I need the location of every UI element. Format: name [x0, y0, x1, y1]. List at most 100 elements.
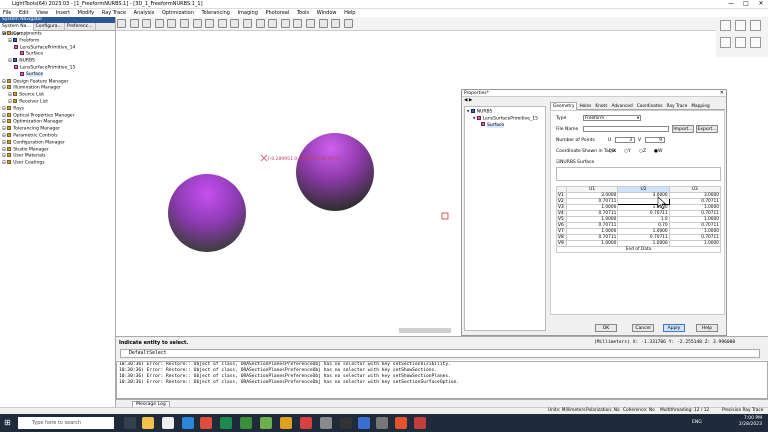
tool-view-x-icon[interactable]: [179, 19, 189, 28]
source-tool-icon[interactable]: [735, 37, 746, 48]
menu-insert[interactable]: Insert: [53, 9, 73, 17]
tab-system-navigator[interactable]: System Na...: [0, 23, 34, 31]
export-button[interactable]: Export...: [696, 125, 718, 133]
tab-geometry[interactable]: Geometry: [550, 102, 578, 110]
ok-button[interactable]: OK: [595, 324, 617, 332]
tool-fit-icon[interactable]: [167, 19, 177, 28]
cancel-button[interactable]: Cancel: [632, 324, 654, 332]
horizontal-scrollbar[interactable]: [399, 328, 451, 333]
close-button[interactable]: ✕: [754, 0, 768, 7]
menu-modify[interactable]: Modify: [75, 9, 98, 17]
tab-coordinates[interactable]: Coordinates: [635, 103, 665, 110]
file-name-input[interactable]: [583, 126, 669, 132]
menu-optimization[interactable]: Optimization: [159, 9, 197, 17]
tool-sphere-icon[interactable]: [280, 19, 290, 28]
lighttools-icon[interactable]: [358, 417, 370, 429]
task-view-icon[interactable]: [124, 417, 136, 429]
tool-render-icon[interactable]: [343, 19, 353, 28]
tool-pan-icon[interactable]: [142, 19, 152, 28]
import-button[interactable]: Import...: [672, 125, 694, 133]
app-icon[interactable]: [240, 417, 252, 429]
light-tool-icon[interactable]: [735, 20, 746, 31]
menu-file[interactable]: File: [0, 9, 14, 17]
tree-surface[interactable]: Surface: [467, 122, 543, 129]
tree-item[interactable]: ⊟ Optimization Manager: [0, 119, 115, 126]
nav-arrows-icon[interactable]: ◀ ▶: [464, 98, 482, 104]
help-button[interactable]: Help: [696, 324, 718, 332]
tree-item[interactable]: ⊟ Tolerancing Manager: [0, 126, 115, 133]
tree-item[interactable]: ⊟ User Materials: [0, 153, 115, 160]
tree-lens-surface[interactable]: ▾ LensSurfacePrimitive_15: [467, 115, 543, 123]
receiver-tool-icon[interactable]: [750, 37, 761, 48]
menu-window[interactable]: Window: [314, 9, 340, 17]
tool-measure-icon[interactable]: [268, 19, 278, 28]
freeform-lens-sphere[interactable]: [168, 174, 246, 252]
app-icon[interactable]: [280, 417, 292, 429]
tool-move-icon[interactable]: [230, 19, 240, 28]
close-icon[interactable]: ✕: [720, 90, 724, 97]
u-points-input[interactable]: 3: [615, 137, 635, 143]
command-input[interactable]: DefaultSelect: [120, 349, 760, 358]
excel-icon[interactable]: [220, 417, 232, 429]
type-select[interactable]: Freeform ▾: [583, 115, 641, 121]
tree-item[interactable]: ⊟ Illumination Manager: [0, 85, 115, 92]
tool-view-z-icon[interactable]: [205, 19, 215, 28]
app-icon[interactable]: [300, 417, 312, 429]
nurbs-lens-sphere[interactable]: [296, 133, 374, 211]
menu-edit[interactable]: Edit: [16, 9, 32, 17]
tab-preferences[interactable]: Preferenc...: [65, 23, 96, 31]
tool-grid-icon[interactable]: [217, 19, 227, 28]
tool-view-y-icon[interactable]: [192, 19, 202, 28]
app-icon[interactable]: [260, 417, 272, 429]
tab-ray-trace[interactable]: Ray Trace: [665, 103, 690, 110]
radio-w[interactable]: ●W: [654, 149, 662, 154]
tree-item[interactable]: ⊟ NURBS: [0, 58, 115, 65]
tree-item[interactable]: Surface: [0, 51, 115, 58]
tool-pointer-icon[interactable]: [255, 19, 265, 28]
tool-rotate-icon[interactable]: [154, 19, 164, 28]
tree-item[interactable]: ⊟ Freeform: [0, 37, 115, 45]
app-icon[interactable]: [340, 417, 352, 429]
tree-item[interactable]: ⊟ User Coatings: [0, 160, 115, 167]
tree-item[interactable]: ⊟ Optical Properties Manager: [0, 112, 115, 120]
tool-select-icon[interactable]: [117, 19, 126, 28]
menu-ray-trace[interactable]: Ray Trace: [99, 9, 129, 17]
lens-tool-icon[interactable]: [720, 20, 731, 31]
maximize-button[interactable]: □: [739, 0, 753, 7]
tree-item[interactable]: LensSurfacePrimitive_15: [0, 64, 115, 72]
tree-item[interactable]: ⊟ Source List: [0, 92, 115, 99]
windows-start-icon[interactable]: ⊞: [4, 418, 11, 427]
tree-item[interactable]: LensSurfacePrimitive_14: [0, 44, 115, 52]
tool-copy-icon[interactable]: [242, 19, 252, 28]
tree-item[interactable]: ⊟ Parametric Controls: [0, 132, 115, 140]
minimize-button[interactable]: —: [724, 0, 738, 7]
tab-mapping[interactable]: Mapping: [689, 103, 711, 110]
tab-configuration[interactable]: Configura...: [34, 23, 65, 31]
radio-y[interactable]: ○Y: [624, 149, 631, 154]
menu-analysis[interactable]: Analysis: [131, 9, 158, 17]
v-points-input[interactable]: 9: [645, 137, 665, 143]
store-icon[interactable]: [162, 417, 174, 429]
tree-item[interactable]: Surface: [0, 71, 115, 79]
language-indicator[interactable]: ENG: [692, 420, 702, 425]
tool-trace-icon[interactable]: [331, 19, 341, 28]
edge-icon[interactable]: [182, 417, 194, 429]
tree-item[interactable]: ⊟ Studio Manager: [0, 146, 115, 154]
taskbar-clock[interactable]: 7:00 PM 2/28/2023: [739, 416, 762, 428]
chrome-icon[interactable]: [200, 417, 212, 429]
menu-photoreal[interactable]: Photoreal: [262, 9, 292, 17]
tree-item[interactable]: ⊟ Rays: [0, 105, 115, 113]
menu-tools[interactable]: Tools: [294, 9, 312, 17]
powerpoint-icon[interactable]: [395, 417, 407, 429]
nurbs-surface-checkbox[interactable]: ☑NURBS Surface: [556, 160, 594, 165]
tab-holes[interactable]: Holes: [577, 103, 593, 110]
radio-z[interactable]: ○Z: [639, 149, 646, 154]
3d-viewport[interactable]: [-0.289951 0.000000 0.057677]: [116, 31, 461, 336]
tool-zoom-icon[interactable]: [129, 19, 139, 28]
menu-tolerancing[interactable]: Tolerancing: [198, 9, 233, 17]
tool-receiver-icon[interactable]: [318, 19, 328, 28]
tab-knots[interactable]: Knots: [593, 103, 609, 110]
apply-button[interactable]: Apply: [663, 324, 685, 332]
tree-item[interactable]: ⊟ Design Feature Manager: [0, 78, 115, 86]
tree-item[interactable]: ⊟ Receiver List: [0, 98, 115, 106]
